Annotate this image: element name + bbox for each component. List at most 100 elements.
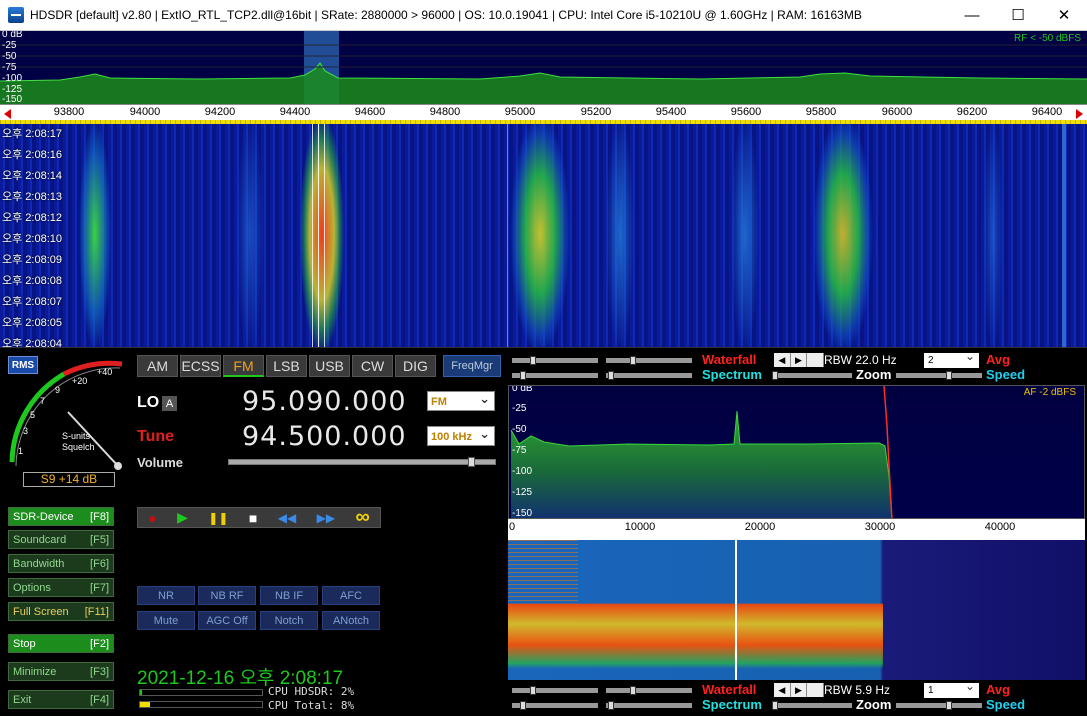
volume-slider-knob[interactable] (468, 457, 476, 467)
tune-step-dropdown[interactable]: 100 kHz (427, 424, 495, 446)
mute-button[interactable]: Mute (137, 611, 195, 630)
nav-right-icon[interactable]: ▶ (791, 353, 808, 367)
slider-knob[interactable] (630, 356, 636, 365)
slider-knob[interactable] (772, 371, 778, 380)
meter-scale-label: 3 (23, 426, 28, 436)
timestamp: 오후 2:08:05 (2, 317, 62, 329)
slider-knob[interactable] (630, 686, 636, 695)
exit-button[interactable]: Exit [F4] (8, 690, 114, 709)
mode-am-button[interactable]: AM (137, 355, 178, 377)
af-spectrum-display[interactable]: 0 dB -25 -50 -75 -100 -125 -150 AF -2 dB… (508, 385, 1085, 519)
slider-knob[interactable] (772, 701, 778, 710)
rf-spectrum-display[interactable]: 0 dB -25 -50 -75 -100 -125 -150 RF < -50… (0, 31, 1087, 104)
spectrum-range-slider[interactable] (606, 701, 692, 710)
pause-icon[interactable]: ❚❚ (208, 511, 228, 525)
title-bar: HDSDR [default] v2.80 | ExtIO_RTL_TCP2.d… (0, 0, 1087, 31)
rewind-icon[interactable]: ◀◀ (278, 511, 296, 525)
rf-waterfall-display[interactable]: 오후 2:08:17 오후 2:08:16 오후 2:08:14 오후 2:08… (0, 124, 1087, 347)
waterfall-tune-line (324, 124, 325, 347)
mode-ecss-button[interactable]: ECSS (180, 355, 221, 377)
spectrum-level-slider[interactable] (512, 371, 598, 380)
slider-knob[interactable] (530, 686, 536, 695)
af-db-label: -50 (512, 424, 527, 435)
lo-mode-dropdown[interactable]: FM (427, 389, 495, 411)
zoom-slider[interactable] (772, 371, 852, 380)
freqmgr-button[interactable]: FreqMgr (443, 355, 501, 377)
afc-button[interactable]: AFC (322, 586, 380, 605)
rms-button[interactable]: RMS (8, 356, 38, 374)
mode-lsb-button[interactable]: LSB (266, 355, 307, 377)
soundcard-button[interactable]: Soundcard [F5] (8, 530, 114, 549)
spectrum-level-slider[interactable] (512, 701, 598, 710)
anotch-button[interactable]: ANotch (322, 611, 380, 630)
maximize-button[interactable]: ☐ (995, 0, 1041, 30)
volume-slider[interactable] (228, 457, 496, 467)
tune-frequency-display[interactable]: 94.500.000 (242, 421, 407, 452)
freq-tick: 95600 (730, 106, 762, 118)
scroll-right-arrow-icon[interactable] (1076, 109, 1083, 119)
waterfall-range-slider[interactable] (606, 686, 692, 695)
lo-frequency-display[interactable]: 95.090.000 (242, 386, 407, 417)
af-frequency-axis[interactable]: 0 10000 20000 30000 40000 (508, 519, 1085, 540)
mode-fm-button[interactable]: FM (223, 355, 264, 377)
timestamp: 오후 2:08:14 (2, 170, 62, 182)
mode-cw-button[interactable]: CW (352, 355, 393, 377)
agc-off-button[interactable]: AGC Off (198, 611, 256, 630)
nav-right-icon[interactable]: ▶ (791, 683, 808, 697)
nr-button[interactable]: NR (137, 586, 195, 605)
stop-button[interactable]: Stop [F2] (8, 634, 114, 653)
waterfall-level-slider[interactable] (512, 356, 598, 365)
minimize-button[interactable]: — (949, 0, 995, 30)
slider-knob[interactable] (520, 701, 526, 710)
scroll-left-arrow-icon[interactable] (4, 109, 11, 119)
hdsdr-app-icon (8, 7, 24, 23)
loop-icon[interactable]: ∞ (356, 506, 370, 529)
spectrum-range-slider[interactable] (606, 371, 692, 380)
slider-knob[interactable] (946, 701, 952, 710)
af-freq-tick: 20000 (744, 521, 776, 533)
fast-forward-icon[interactable]: ▶▶ (317, 511, 335, 525)
af-db-label: -125 (512, 487, 533, 498)
nb-if-button[interactable]: NB IF (260, 586, 318, 605)
options-button[interactable]: Options [F7] (8, 578, 114, 597)
waterfall-range-slider[interactable] (606, 356, 692, 365)
meter-scale-label: 5 (30, 410, 35, 420)
minimize-app-button[interactable]: Minimize [F3] (8, 662, 114, 681)
af-waterfall-display[interactable] (508, 540, 1085, 680)
mode-dig-button[interactable]: DIG (395, 355, 436, 377)
zoom-slider[interactable] (772, 701, 852, 710)
speed-slider[interactable] (896, 701, 982, 710)
slider-knob[interactable] (608, 371, 614, 380)
full-screen-button[interactable]: Full Screen [F11] (8, 602, 114, 621)
slider-knob[interactable] (946, 371, 952, 380)
squelch-label: Squelch (62, 442, 95, 452)
play-icon[interactable]: ▶ (177, 509, 188, 526)
freq-tick: 94200 (204, 106, 236, 118)
nav-left-icon[interactable]: ◀ (774, 353, 791, 367)
speed-slider[interactable] (896, 371, 982, 380)
timestamp: 오후 2:08:16 (2, 149, 62, 161)
sdr-device-button[interactable]: SDR-Device [F8] (8, 507, 114, 526)
bandwidth-button[interactable]: Bandwidth [F6] (8, 554, 114, 573)
nb-rf-button[interactable]: NB RF (198, 586, 256, 605)
sunits-label: S-units (62, 431, 91, 441)
rf-spectrum-trace (0, 44, 1087, 104)
avg-dropdown[interactable]: 1 (924, 679, 979, 698)
waterfall-level-slider[interactable] (512, 686, 598, 695)
freq-tick: 96000 (881, 106, 913, 118)
rf-level-label: RF < -50 dBFS (1014, 33, 1081, 44)
frequency-axis[interactable]: 93800 94000 94200 94400 94600 94800 9500… (0, 104, 1087, 124)
mode-usb-button[interactable]: USB (309, 355, 350, 377)
stop-icon[interactable]: ■ (249, 510, 257, 526)
record-icon[interactable]: ● (148, 510, 156, 526)
avg-dropdown[interactable]: 2 (924, 349, 979, 368)
af-db-label: -75 (512, 445, 527, 456)
close-button[interactable]: ✕ (1041, 0, 1087, 30)
slider-knob[interactable] (530, 356, 536, 365)
lo-a-button[interactable]: A (162, 396, 177, 411)
slider-knob[interactable] (608, 701, 614, 710)
notch-button[interactable]: Notch (260, 611, 318, 630)
nav-left-icon[interactable]: ◀ (774, 683, 791, 697)
slider-knob[interactable] (520, 371, 526, 380)
cpu-total-text: CPU Total: 8% (268, 699, 355, 712)
